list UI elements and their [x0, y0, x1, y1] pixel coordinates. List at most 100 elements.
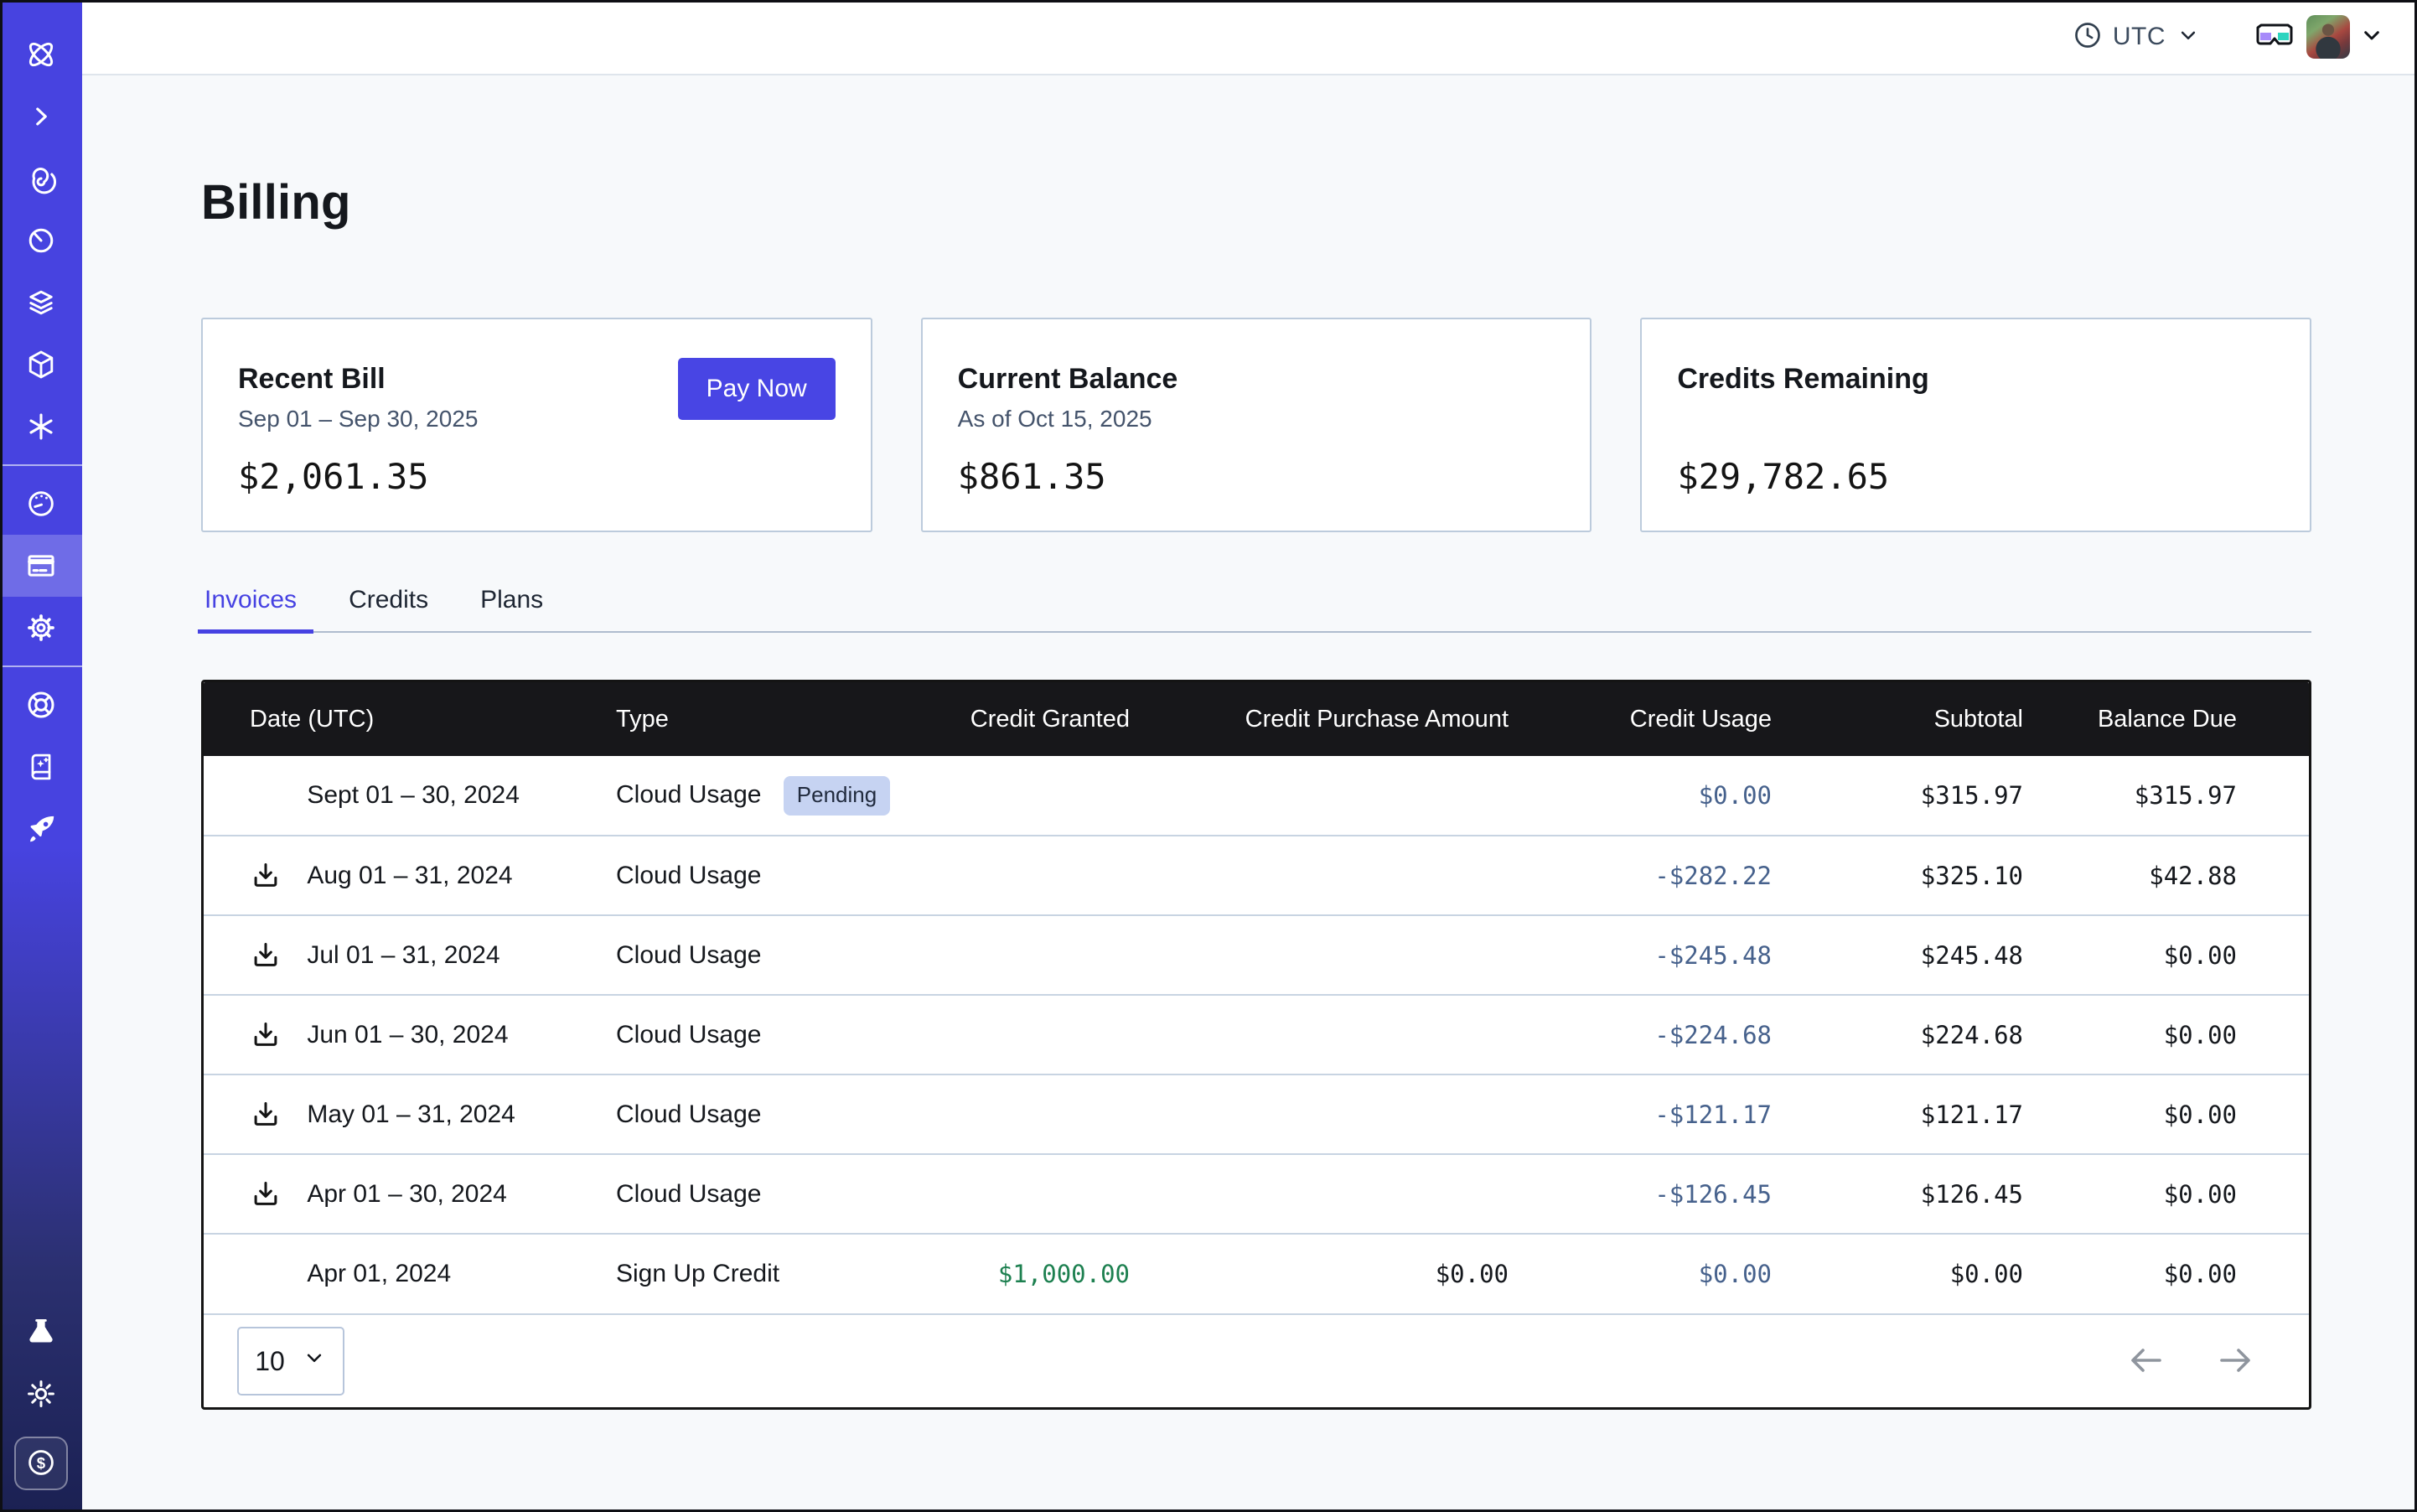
- sun-icon: [24, 1377, 58, 1411]
- invoice-date: May 01 – 31, 2024: [307, 1100, 515, 1128]
- tab-invoices[interactable]: Invoices: [201, 586, 300, 631]
- subtotal-value: $245.48: [1772, 915, 2023, 995]
- lifebuoy-icon: [23, 687, 59, 722]
- status-badge: Pending: [784, 776, 890, 816]
- user-menu[interactable]: [2306, 15, 2385, 59]
- download-invoice-button[interactable]: [250, 860, 300, 892]
- subtotal-value: $315.97: [1772, 756, 2023, 836]
- sidebar-item-billing[interactable]: [0, 535, 82, 597]
- sidebar-item-deployments[interactable]: [0, 334, 82, 396]
- current-balance-amount: $861.35: [958, 456, 1555, 497]
- sidebar-item-namespaces[interactable]: [0, 272, 82, 334]
- credit-granted-value: [901, 915, 1130, 995]
- gauge-icon: [24, 487, 58, 520]
- table-row[interactable]: Jun 01 – 30, 2024 Cloud Usage -$224.68 $…: [204, 995, 2309, 1074]
- credit-usage-value: -$282.22: [1509, 836, 1772, 915]
- credit-granted-value: [901, 1154, 1130, 1234]
- balance-due-value: $0.00: [2023, 1154, 2309, 1234]
- credit-usage-value: -$224.68: [1509, 995, 1772, 1074]
- download-invoice-button[interactable]: [250, 1099, 300, 1131]
- page-size-value: 10: [255, 1346, 285, 1377]
- rocket-icon: [23, 811, 59, 847]
- sidebar-item-docs[interactable]: [0, 736, 82, 798]
- balance-due-value: $0.00: [2023, 1074, 2309, 1154]
- credit-usage-value: $0.00: [1509, 1234, 1772, 1313]
- invoice-type: Cloud Usage: [616, 941, 761, 969]
- pagination: 10: [204, 1313, 2309, 1407]
- next-page-button[interactable]: [2215, 1340, 2255, 1383]
- clock-icon: [2073, 20, 2103, 54]
- credits-remaining-card: Credits Remaining $29,782.65: [1640, 318, 2311, 532]
- col-date: Date (UTC): [204, 682, 616, 756]
- main-content: Billing Recent Bill Sep 01 – Sep 30, 202…: [82, 75, 2417, 1512]
- chevron-down-icon: [2176, 23, 2201, 52]
- page-size-select[interactable]: 10: [237, 1327, 344, 1395]
- 3d-glasses-icon: [2254, 22, 2295, 53]
- col-balance-due: Balance Due: [2023, 682, 2309, 756]
- arrow-right-icon: [2215, 1340, 2255, 1383]
- invoice-type: Cloud Usage: [616, 780, 761, 808]
- credit-purchase-value: [1130, 836, 1509, 915]
- credit-purchase-value: [1130, 1154, 1509, 1234]
- sidebar-item-settings[interactable]: [0, 597, 82, 659]
- sidebar-item-schedules[interactable]: [0, 210, 82, 272]
- flask-icon: [24, 1315, 58, 1349]
- layers-icon: [24, 286, 58, 319]
- subtotal-value: $0.00: [1772, 1234, 2023, 1313]
- upgrade-plan-button[interactable]: $: [14, 1437, 68, 1490]
- table-row[interactable]: Jul 01 – 31, 2024 Cloud Usage -$245.48 $…: [204, 915, 2309, 995]
- col-type: Type: [616, 682, 901, 756]
- sidebar-item-labs[interactable]: [0, 1301, 82, 1363]
- card-subtitle: [1677, 406, 2275, 434]
- sidebar-item-home[interactable]: [0, 23, 82, 85]
- credit-usage-value: -$245.48: [1509, 915, 1772, 995]
- sidebar-item-usage[interactable]: [0, 473, 82, 535]
- sidebar-divider: [0, 665, 82, 667]
- invoices-table: Date (UTC) Type Credit Granted Credit Pu…: [204, 682, 2309, 1313]
- table-row[interactable]: Aug 01 – 31, 2024 Cloud Usage -$282.22 $…: [204, 836, 2309, 915]
- subtotal-value: $224.68: [1772, 995, 2023, 1074]
- credit-granted-value: [901, 995, 1130, 1074]
- table-row[interactable]: May 01 – 31, 2024 Cloud Usage -$121.17 $…: [204, 1074, 2309, 1154]
- temporal-logo-icon: [23, 36, 60, 73]
- table-header: Date (UTC) Type Credit Granted Credit Pu…: [204, 682, 2309, 756]
- timezone-selector[interactable]: UTC: [2073, 20, 2201, 54]
- workflows-spiral-icon: [24, 162, 58, 195]
- asterisk-icon: [24, 410, 58, 443]
- credit-usage-value: -$126.45: [1509, 1154, 1772, 1234]
- invoices-table-container: Date (UTC) Type Credit Granted Credit Pu…: [201, 680, 2311, 1410]
- credit-purchase-value: [1130, 915, 1509, 995]
- schedule-clock-icon: [24, 224, 58, 257]
- sidebar-expand-button[interactable]: [0, 85, 82, 148]
- download-invoice-button[interactable]: [250, 1178, 300, 1210]
- recent-bill-card: Recent Bill Sep 01 – Sep 30, 2025 $2,061…: [201, 318, 872, 532]
- sidebar-item-nexus[interactable]: [0, 396, 82, 458]
- table-row[interactable]: Apr 01 – 30, 2024 Cloud Usage -$126.45 $…: [204, 1154, 2309, 1234]
- previous-page-button[interactable]: [2126, 1340, 2166, 1383]
- tab-plans[interactable]: Plans: [477, 586, 546, 631]
- col-credit-granted: Credit Granted: [901, 682, 1130, 756]
- cube-icon: [24, 348, 58, 381]
- sidebar-divider: [0, 464, 82, 466]
- sidebar-item-getting-started[interactable]: [0, 798, 82, 860]
- avatar[interactable]: [2306, 15, 2350, 59]
- download-invoice-button[interactable]: [250, 940, 300, 971]
- col-credit-purchase: Credit Purchase Amount: [1130, 682, 1509, 756]
- download-invoice-button[interactable]: [250, 1019, 300, 1051]
- sidebar-item-support[interactable]: [0, 674, 82, 736]
- tab-credits[interactable]: Credits: [345, 586, 432, 631]
- dollar-badge-icon: $: [23, 1445, 59, 1483]
- theme-toggle-button[interactable]: [0, 1363, 82, 1425]
- invoice-date: Aug 01 – 31, 2024: [307, 862, 512, 889]
- table-row[interactable]: Apr 01, 2024 Sign Up Credit $1,000.00 $0…: [204, 1234, 2309, 1313]
- credit-granted-value: [901, 1074, 1130, 1154]
- sidebar-item-workflows[interactable]: [0, 148, 82, 210]
- demo-mode-button[interactable]: [2254, 22, 2295, 53]
- gear-icon: [23, 610, 59, 645]
- book-sparkle-icon: [24, 750, 58, 784]
- pay-now-button[interactable]: Pay Now: [678, 358, 836, 420]
- table-row[interactable]: Sept 01 – 30, 2024 Cloud Usage Pending $…: [204, 756, 2309, 836]
- balance-due-value: $0.00: [2023, 1234, 2309, 1313]
- chevron-down-icon: [2358, 22, 2385, 53]
- invoice-date: Apr 01, 2024: [307, 1260, 451, 1287]
